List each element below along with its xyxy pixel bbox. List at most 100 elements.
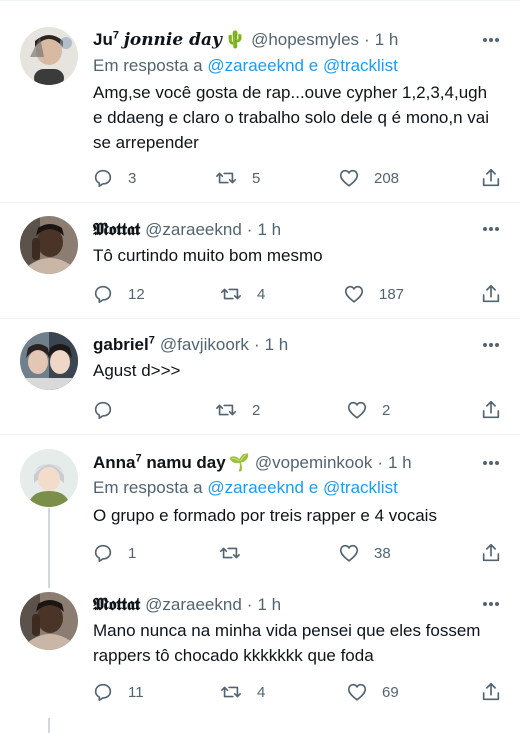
- like-button[interactable]: 38: [338, 541, 391, 565]
- more-dots-icon: [483, 602, 499, 606]
- like-button[interactable]: 187: [343, 282, 404, 306]
- tweet-actions: 2 2: [92, 398, 504, 422]
- display-name[interactable]: gabriel7: [93, 335, 155, 355]
- retweet-count: 4: [257, 285, 266, 303]
- reply-icon: [94, 544, 112, 563]
- retweet-button[interactable]: 2: [214, 398, 260, 422]
- like-button[interactable]: 2: [346, 398, 390, 422]
- reply-button[interactable]: [92, 398, 128, 422]
- timestamp[interactable]: 1 h: [265, 335, 289, 355]
- like-count: 2: [382, 401, 391, 419]
- more-options-button[interactable]: [480, 219, 502, 239]
- share-icon: [482, 543, 500, 562]
- reply-and: e: [308, 478, 319, 497]
- retweet-button[interactable]: [218, 541, 256, 565]
- separator-dot: ·: [364, 30, 370, 49]
- like-count: 208: [374, 169, 400, 187]
- tweet-header: Ju7 jonnie day 🌵 @hopesmyles · 1 h: [93, 28, 398, 52]
- tweet-header: 𝕸𝖔𝖙𝖙𝖆𝖙 @zaraeeknd · 1 h: [93, 593, 281, 617]
- retweet-button[interactable]: 4: [219, 680, 265, 704]
- reply-icon: [94, 401, 112, 420]
- timestamp[interactable]: 1 h: [257, 220, 281, 240]
- heart-icon: [339, 544, 359, 562]
- reply-and: e: [308, 56, 319, 75]
- retweet-button[interactable]: 5: [214, 166, 260, 190]
- more-options-button[interactable]: [480, 30, 502, 50]
- retweet-count: 5: [252, 169, 261, 187]
- share-button[interactable]: [480, 398, 502, 422]
- timestamp[interactable]: 1 h: [375, 30, 399, 50]
- top-divider: [0, 0, 520, 1]
- mention-link[interactable]: @zaraeeknd: [207, 56, 304, 75]
- more-options-button[interactable]: [480, 453, 502, 473]
- mention-link[interactable]: @tracklist: [323, 56, 398, 75]
- tweet-text: Agust d>>>: [93, 361, 181, 380]
- more-dots-icon: [483, 227, 499, 231]
- retweet-icon: [221, 686, 241, 698]
- share-button[interactable]: [480, 166, 502, 190]
- share-button[interactable]: [480, 282, 502, 306]
- share-button[interactable]: [480, 680, 502, 704]
- like-count: 38: [374, 544, 391, 562]
- retweet-icon: [220, 547, 240, 559]
- more-options-button[interactable]: [480, 594, 502, 614]
- like-button[interactable]: 208: [338, 166, 399, 190]
- tweet-header: 𝕸𝖔𝖙𝖙𝖆𝖙 @zaraeeknd · 1 h: [93, 218, 281, 242]
- tweet-text: Mano nunca na minha vida pensei que eles…: [93, 621, 481, 665]
- reply-context: Em resposta a @zaraeeknd e @tracklist: [93, 56, 398, 75]
- reply-icon: [94, 285, 112, 304]
- share-icon: [482, 682, 500, 701]
- mention-link[interactable]: @tracklist: [323, 478, 398, 497]
- user-handle[interactable]: @zaraeeknd: [145, 220, 242, 240]
- retweet-icon: [221, 288, 241, 300]
- seedling-emoji-icon: 🌱: [228, 453, 250, 472]
- reply-icon: [94, 169, 112, 188]
- display-name[interactable]: Anna7 namu day: [93, 453, 226, 473]
- tweet-text: Tô curtindo muito bom mesmo: [93, 246, 323, 265]
- reply-count: 3: [128, 169, 137, 187]
- reply-button[interactable]: 1: [92, 541, 136, 565]
- separator-dot: ·: [246, 220, 253, 239]
- user-handle[interactable]: @hopesmyles: [251, 30, 359, 50]
- reply-button[interactable]: 3: [92, 166, 136, 190]
- avatar[interactable]: [20, 592, 78, 650]
- tweet-actions: 3 5 208: [92, 166, 504, 190]
- thread-line: [48, 508, 50, 588]
- more-options-button[interactable]: [480, 335, 502, 355]
- thread-line: [48, 718, 50, 733]
- separator-dot: ·: [253, 335, 260, 354]
- more-dots-icon: [483, 461, 499, 465]
- mention-link[interactable]: @zaraeeknd: [207, 478, 304, 497]
- user-handle[interactable]: @vopeminkook: [255, 453, 372, 473]
- retweet-button[interactable]: 4: [219, 282, 265, 306]
- timestamp[interactable]: 1 h: [257, 595, 281, 615]
- reply-count: 11: [128, 683, 144, 701]
- share-button[interactable]: [480, 541, 502, 565]
- avatar[interactable]: [20, 449, 78, 507]
- display-name[interactable]: Ju7 jonnie day: [93, 30, 222, 50]
- like-count: 69: [382, 683, 399, 701]
- avatar[interactable]: [20, 332, 78, 390]
- display-name[interactable]: 𝕸𝖔𝖙𝖙𝖆𝖙: [93, 595, 140, 615]
- cactus-emoji-icon: 🌵: [224, 30, 247, 49]
- retweet-icon: [216, 172, 236, 184]
- reply-count: 1: [128, 544, 137, 562]
- avatar[interactable]: [20, 216, 78, 274]
- tweet-actions: 11 4 69: [92, 680, 504, 704]
- reply-button[interactable]: 12: [92, 282, 145, 306]
- reply-icon: [94, 683, 112, 702]
- more-dots-icon: [483, 38, 499, 42]
- display-name-suffix: jonnie day: [123, 30, 222, 50]
- separator-dot: ·: [246, 595, 253, 614]
- display-name[interactable]: 𝕸𝖔𝖙𝖙𝖆𝖙: [93, 220, 140, 240]
- user-handle[interactable]: @favjikoork: [160, 335, 249, 355]
- like-button[interactable]: 69: [346, 680, 399, 704]
- timestamp[interactable]: 1 h: [388, 453, 412, 473]
- reply-button[interactable]: 11: [92, 680, 144, 704]
- reply-count: 12: [128, 285, 145, 303]
- retweet-icon: [216, 404, 236, 416]
- avatar[interactable]: [20, 27, 78, 85]
- tweet-header: gabriel7 @favjikoork · 1 h: [93, 333, 288, 357]
- heart-icon: [347, 683, 367, 701]
- user-handle[interactable]: @zaraeeknd: [145, 595, 242, 615]
